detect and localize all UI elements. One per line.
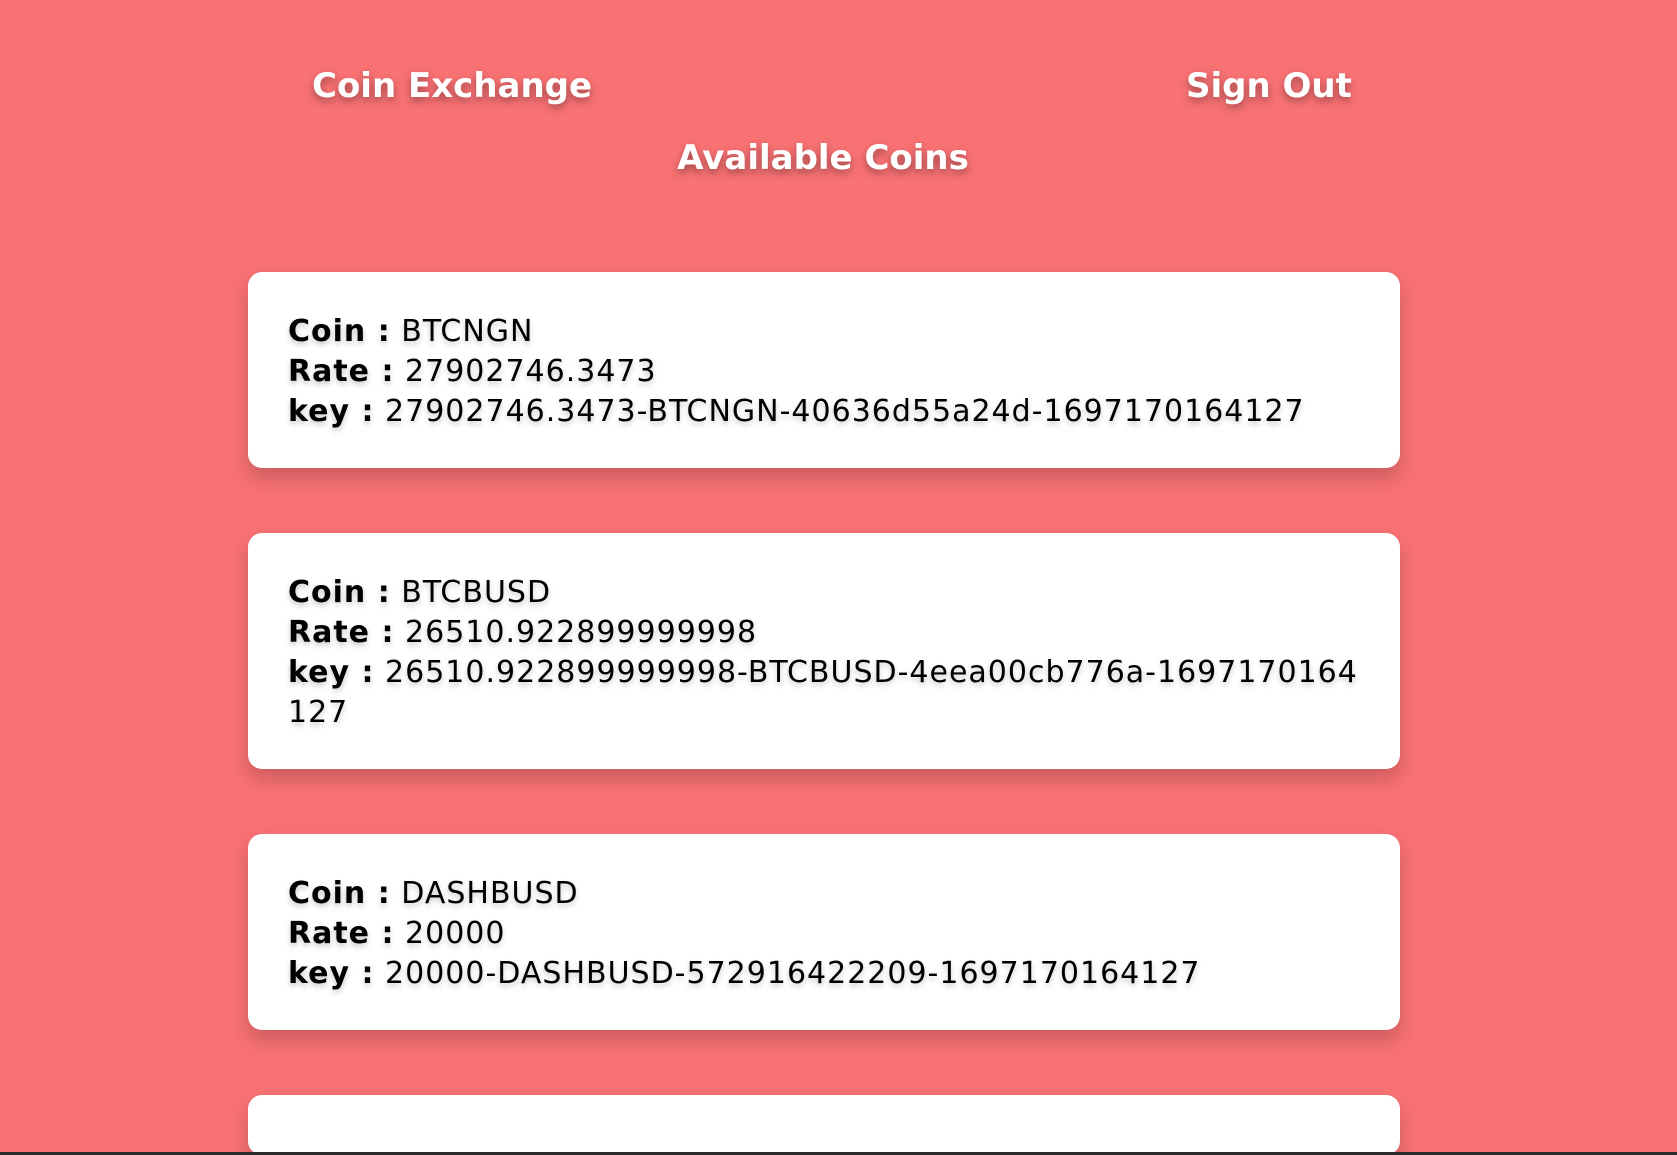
key-row: key : 20000-DASHBUSD-572916422209-169717… bbox=[288, 954, 1360, 994]
key-value: 26510.922899999998-BTCBUSD-4eea00cb776a-… bbox=[288, 655, 1358, 730]
top-header: Coin Exchange Sign Out Available Coins bbox=[0, 0, 1677, 200]
coin-card: Coin : BTCBUSD Rate : 26510.922899999998… bbox=[248, 533, 1400, 769]
key-label: key : bbox=[288, 394, 375, 429]
key-value: 27902746.3473-BTCNGN-40636d55a24d-169717… bbox=[385, 394, 1305, 429]
brand-link[interactable]: Coin Exchange bbox=[312, 66, 592, 106]
coin-card: Coin : BTCNGN Rate : 27902746.3473 key :… bbox=[248, 272, 1400, 468]
key-label: key : bbox=[288, 956, 375, 991]
coin-row: Coin : DASHBUSD bbox=[288, 874, 1360, 914]
coin-value: BTCBUSD bbox=[401, 575, 552, 610]
key-value: 20000-DASHBUSD-572916422209-169717016412… bbox=[385, 956, 1201, 991]
key-row: key : 27902746.3473-BTCNGN-40636d55a24d-… bbox=[288, 392, 1360, 432]
page-title: Available Coins bbox=[677, 138, 969, 178]
coin-label: Coin : bbox=[288, 575, 391, 610]
rate-value: 26510.922899999998 bbox=[405, 615, 758, 650]
rate-label: Rate : bbox=[288, 615, 395, 650]
coin-card-partial bbox=[248, 1095, 1400, 1155]
coin-list: Coin : BTCNGN Rate : 27902746.3473 key :… bbox=[248, 272, 1400, 1155]
coin-label: Coin : bbox=[288, 876, 391, 911]
coin-label: Coin : bbox=[288, 314, 391, 349]
rate-row: Rate : 26510.922899999998 bbox=[288, 613, 1360, 653]
rate-label: Rate : bbox=[288, 916, 395, 951]
sign-out-button[interactable]: Sign Out bbox=[1186, 66, 1352, 106]
coin-value: DASHBUSD bbox=[401, 876, 579, 911]
rate-row: Rate : 27902746.3473 bbox=[288, 352, 1360, 392]
coin-value: BTCNGN bbox=[401, 314, 534, 349]
rate-value: 27902746.3473 bbox=[405, 354, 657, 389]
coin-card: Coin : DASHBUSD Rate : 20000 key : 20000… bbox=[248, 834, 1400, 1030]
rate-value: 20000 bbox=[405, 916, 506, 951]
coin-row: Coin : BTCBUSD bbox=[288, 573, 1360, 613]
key-label: key : bbox=[288, 655, 375, 690]
key-row: key : 26510.922899999998-BTCBUSD-4eea00c… bbox=[288, 653, 1360, 733]
coin-row: Coin : BTCNGN bbox=[288, 312, 1360, 352]
rate-row: Rate : 20000 bbox=[288, 914, 1360, 954]
rate-label: Rate : bbox=[288, 354, 395, 389]
